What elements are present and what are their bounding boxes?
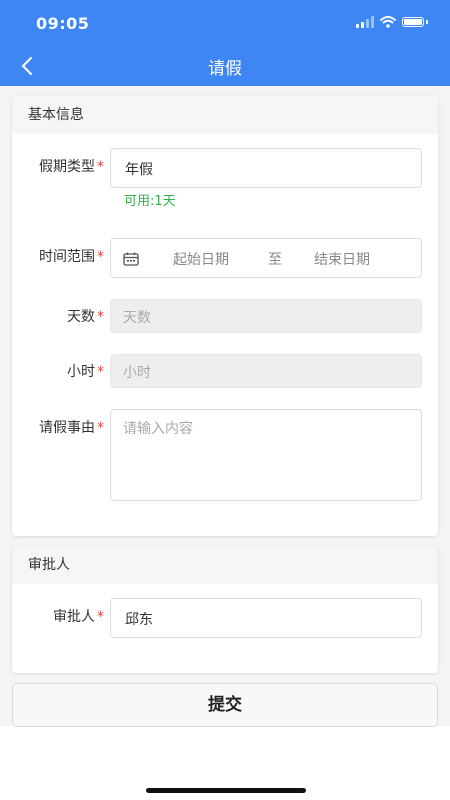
reason-placeholder: 请输入内容 <box>123 421 193 437</box>
days-input: 天数 <box>110 299 422 333</box>
approver-value: 邱东 <box>125 612 153 628</box>
days-label: 天数 * <box>67 309 104 325</box>
time-range-row: 时间范围 * 起始日期 至 结束日期 <box>12 238 438 278</box>
hours-row: 小时 * 小时 <box>12 354 438 388</box>
wifi-icon <box>380 16 396 28</box>
hours-label: 小时 * <box>67 364 104 380</box>
days-row: 天数 * 天数 <box>12 299 438 333</box>
approver-row: 审批人 * 邱东 <box>12 598 438 638</box>
days-placeholder: 天数 <box>123 310 151 326</box>
approver-select[interactable]: 邱东 <box>110 598 422 638</box>
leave-type-select[interactable]: 年假 <box>110 148 422 188</box>
leave-type-label: 假期类型 * <box>39 159 104 175</box>
battery-tip <box>426 20 428 24</box>
start-date-placeholder[interactable]: 起始日期 <box>173 249 229 269</box>
top-bar: 09:05 请假 <box>0 0 450 86</box>
battery-icon <box>402 17 424 27</box>
basic-info-header: 基本信息 <box>12 96 438 134</box>
date-range-picker[interactable]: 起始日期 至 结束日期 <box>110 238 422 278</box>
hours-input: 小时 <box>110 354 422 388</box>
end-date-placeholder[interactable]: 结束日期 <box>314 249 370 269</box>
status-icons <box>356 15 428 29</box>
approver-label: 审批人 * <box>53 609 104 625</box>
approver-card: 审批人 审批人 * 邱东 <box>12 546 438 673</box>
home-indicator <box>146 788 306 793</box>
status-time: 09:05 <box>36 14 90 33</box>
reason-row: 请假事由 * 请输入内容 <box>12 409 438 501</box>
leave-type-value: 年假 <box>125 162 153 178</box>
submit-button[interactable]: 提交 <box>12 683 438 727</box>
available-balance-hint: 可用:1天 <box>124 194 176 209</box>
time-range-label: 时间范围 * <box>39 249 104 265</box>
reason-label: 请假事由 * <box>39 420 104 436</box>
calendar-icon <box>123 252 139 266</box>
date-range-separator: 至 <box>268 252 282 268</box>
hours-placeholder: 小时 <box>123 365 151 381</box>
signal-icon <box>356 16 374 28</box>
leave-type-row: 假期类型 * 年假 可用:1天 <box>12 148 438 218</box>
approver-header: 审批人 <box>12 546 438 584</box>
page-title: 请假 <box>208 59 242 79</box>
reason-textarea[interactable]: 请输入内容 <box>110 409 422 501</box>
basic-info-card: 基本信息 假期类型* 年假 可用:1天 时间范围* 起始日期 至 结束日期 <box>12 96 438 536</box>
